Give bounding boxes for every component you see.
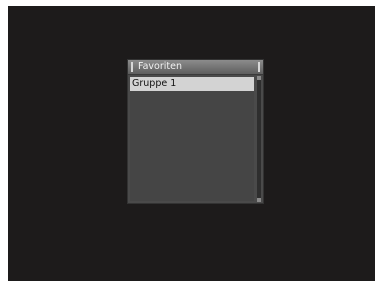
tv-screen: Favoriten Gruppe 1	[8, 6, 375, 281]
dialog-title: Favoriten	[138, 61, 182, 72]
title-left-marker	[131, 62, 133, 72]
list-item-gruppe-1[interactable]: Gruppe 1	[130, 77, 254, 91]
title-right-marker	[258, 62, 260, 72]
scroll-up-icon[interactable]	[257, 76, 261, 80]
list-item-label: Gruppe 1	[132, 78, 177, 89]
favorites-list: Gruppe 1	[130, 77, 254, 201]
dialog-titlebar: Favoriten	[128, 60, 263, 75]
favorites-dialog: Favoriten Gruppe 1	[128, 60, 263, 203]
scroll-down-icon[interactable]	[257, 198, 261, 202]
list-scrollbar[interactable]	[257, 76, 261, 202]
